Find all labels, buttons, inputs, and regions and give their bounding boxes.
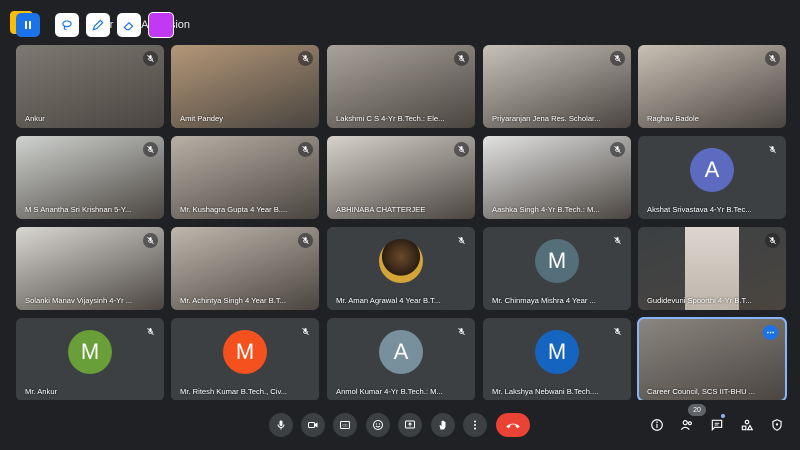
mic-off-icon <box>610 233 625 248</box>
participant-name: Mr. Ankur <box>25 387 58 396</box>
mic-off-icon <box>143 142 158 157</box>
mic-off-icon <box>610 324 625 339</box>
emoji-icon[interactable] <box>366 413 390 437</box>
pen-icon[interactable] <box>86 13 110 37</box>
participant-tile[interactable]: Priyaranjan Jena Res. Scholar... <box>483 45 631 128</box>
mic-off-icon <box>765 233 780 248</box>
participant-name: Lakshmi C S 4-Yr B.Tech.: Ele... <box>336 114 445 123</box>
participant-name: Ankur <box>25 114 45 123</box>
eraser-icon[interactable] <box>117 13 141 37</box>
avatar <box>379 239 423 284</box>
chat-notification-dot <box>721 414 725 418</box>
camera-icon[interactable] <box>301 413 325 437</box>
host-controls-icon[interactable] <box>766 414 788 436</box>
participant-name: Mr. Achintya Singh 4 Year B.T... <box>180 296 286 305</box>
mic-off-icon <box>765 142 780 157</box>
mic-off-icon <box>143 324 158 339</box>
participant-tile[interactable]: Mr. Aman Agrawal 4 Year B.T... <box>327 227 475 310</box>
raise-hand-icon[interactable] <box>431 413 455 437</box>
color-swatch[interactable] <box>148 12 174 38</box>
more-options-icon[interactable] <box>463 413 487 437</box>
participant-name: Mr. Aman Agrawal 4 Year B.T... <box>336 296 441 305</box>
mic-off-icon <box>298 233 313 248</box>
participant-name: Mr. Chinmaya Mishra 4 Year ... <box>492 296 596 305</box>
participant-tile[interactable]: Gudidevuni Spoorthi 4-Yr B.T... <box>638 227 786 310</box>
mic-off-icon <box>610 142 625 157</box>
mic-off-icon <box>610 51 625 66</box>
avatar-initial: M <box>235 339 255 365</box>
mic-off-icon <box>454 233 469 248</box>
avatar-initial: M <box>547 248 567 274</box>
participant-tile[interactable]: Career Council, SCS IIT-BHU ... <box>637 317 787 402</box>
tile-more-options-icon[interactable] <box>763 325 778 340</box>
participant-tile[interactable]: Raghav Badole <box>638 45 786 128</box>
avatar-initial: M <box>80 339 100 365</box>
avatar: M <box>535 330 579 375</box>
participant-name: Amit Pandey <box>180 114 224 123</box>
participant-tile[interactable]: Aashka Singh 4-Yr B.Tech.: M... <box>483 136 631 219</box>
avatar: M <box>535 239 579 284</box>
avatar: A <box>379 330 423 375</box>
participant-tile[interactable]: ABHINABA CHATTERJEE <box>327 136 475 219</box>
participant-name: Career Council, SCS IIT-BHU ... <box>647 387 756 396</box>
participant-name: Solanki Manav Vijaysinh 4-Yr ... <box>25 296 133 305</box>
participant-tile[interactable]: A Akshat Srivastava 4-Yr B.Tec... <box>638 136 786 219</box>
mic-off-icon <box>298 51 313 66</box>
activities-icon[interactable] <box>736 414 758 436</box>
avatar: M <box>68 330 112 375</box>
svg-text:CC: CC <box>342 424 348 428</box>
meeting-details[interactable]: 8 M re u ir | AMA Session <box>16 12 190 38</box>
participant-tile[interactable]: M Mr. Chinmaya Mishra 4 Year ... <box>483 227 631 310</box>
participant-name: Anmol Kumar 4-Yr B.Tech.: M... <box>336 387 443 396</box>
participant-name: Aashka Singh 4-Yr B.Tech.: M... <box>492 205 600 214</box>
participant-tile[interactable]: Amit Pandey <box>171 45 319 128</box>
lasso-icon[interactable] <box>55 13 79 37</box>
participant-name: M S Anantha Sri Krishnan 5-Y... <box>25 205 132 214</box>
participant-tile[interactable]: M S Anantha Sri Krishnan 5-Y... <box>16 136 164 219</box>
end-call-button[interactable] <box>496 413 530 437</box>
participant-tile[interactable]: Ankur <box>16 45 164 128</box>
participant-name: Mr. Kushagra Gupta 4 Year B.... <box>180 205 288 214</box>
mic-off-icon <box>765 51 780 66</box>
participant-name: Priyaranjan Jena Res. Scholar... <box>492 114 601 123</box>
mic-off-icon <box>143 233 158 248</box>
participant-tile[interactable]: M Mr. Lakshya Nebwani B.Tech.... <box>483 318 631 401</box>
participant-tile[interactable]: M Mr. Ankur <box>16 318 164 401</box>
mic-off-icon <box>454 324 469 339</box>
mic-off-icon <box>454 51 469 66</box>
participant-tile[interactable]: Lakshmi C S 4-Yr B.Tech.: Ele... <box>327 45 475 128</box>
participant-name: Mr. Lakshya Nebwani B.Tech.... <box>492 387 599 396</box>
annotation-toolbar <box>16 12 174 38</box>
captions-icon[interactable]: CC <box>333 413 357 437</box>
mic-off-icon <box>298 324 313 339</box>
avatar-initial: A <box>704 157 720 183</box>
participant-tile[interactable]: Solanki Manav Vijaysinh 4-Yr ... <box>16 227 164 310</box>
participant-tile[interactable]: Mr. Achintya Singh 4 Year B.T... <box>171 227 319 310</box>
mic-off-icon <box>454 142 469 157</box>
present-icon[interactable] <box>398 413 422 437</box>
people-icon[interactable] <box>676 414 698 436</box>
avatar: M <box>223 330 267 375</box>
participant-tile[interactable]: A Anmol Kumar 4-Yr B.Tech.: M... <box>327 318 475 401</box>
participant-name: Akshat Srivastava 4-Yr B.Tec... <box>647 205 752 214</box>
pause-icon[interactable] <box>16 13 40 37</box>
participant-name: ABHINABA CHATTERJEE <box>336 205 426 214</box>
participant-name: Raghav Badole <box>647 114 699 123</box>
chat-icon[interactable] <box>706 414 728 436</box>
participant-tile[interactable]: Mr. Kushagra Gupta 4 Year B.... <box>171 136 319 219</box>
avatar-initial: A <box>393 339 409 365</box>
avatar-initial: M <box>547 339 567 365</box>
info-icon[interactable] <box>646 414 668 436</box>
microphone-icon[interactable] <box>269 413 293 437</box>
phone-hangup-icon <box>506 423 520 429</box>
mic-off-icon <box>298 142 313 157</box>
participant-grid: Ankur Amit Pandey Lakshmi C S 4-Yr B.Tech.… <box>0 0 800 402</box>
participant-name: Gudidevuni Spoorthi 4-Yr B.T... <box>647 296 752 305</box>
participant-name: Mr. Ritesh Kumar B.Tech., Civ... <box>180 387 288 396</box>
mic-off-icon <box>143 51 158 66</box>
avatar: A <box>690 148 734 193</box>
participant-tile[interactable]: M Mr. Ritesh Kumar B.Tech., Civ... <box>171 318 319 401</box>
